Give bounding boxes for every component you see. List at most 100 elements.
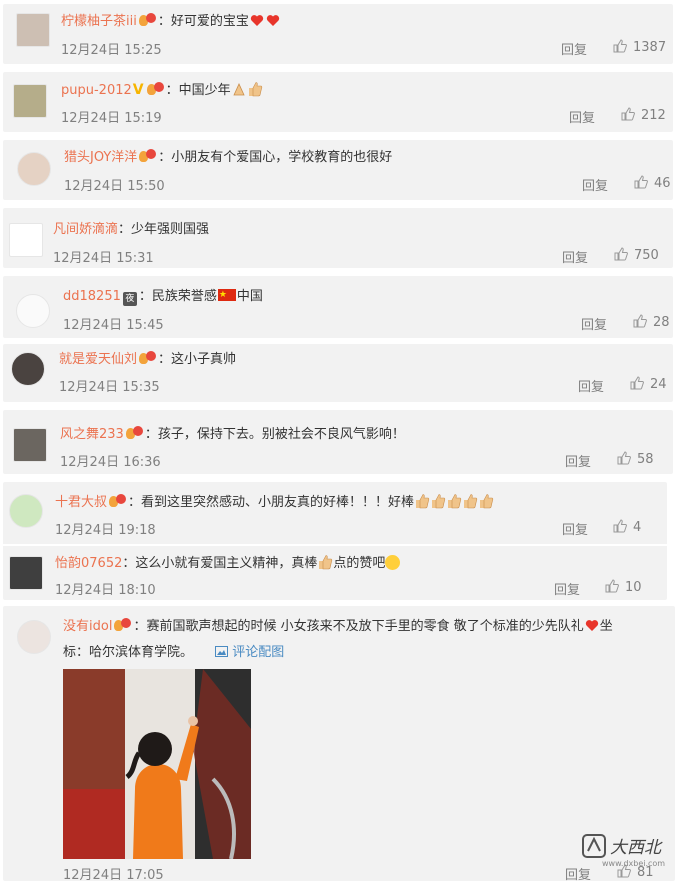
comment-line: pupu-2012V ：中国少年 xyxy=(61,81,263,100)
comment-time: 12月24日 15:35 xyxy=(59,380,160,395)
like-button[interactable]: 4 xyxy=(613,519,641,535)
avatar[interactable] xyxy=(17,620,51,654)
avatar[interactable] xyxy=(9,223,43,257)
username-link[interactable]: pupu-2012 xyxy=(61,83,132,98)
vip-medal-icon xyxy=(138,13,156,27)
comment-line: 没有idol ：赛前国歌声想起的时候 小女孩来不及放下手里的零食 敬了个标准的少先… xyxy=(63,618,613,636)
like-count: 750 xyxy=(634,248,659,263)
like-count: 1387 xyxy=(633,40,667,55)
picture-icon xyxy=(215,646,229,657)
like-button[interactable]: 46 xyxy=(634,175,671,191)
comment-line: 十君大叔 ：看到这里突然感动、小朋友真的好棒！！！好棒 xyxy=(55,493,494,512)
comment-line: 怡韵07652：这么小就有爱国主义精神，真棒 点的赞吧 xyxy=(55,554,401,573)
username-link[interactable]: 怡韵07652 xyxy=(55,556,122,571)
comment-card: 风之舞233 ：孩子，保持下去。别被社会不良风气影响！ 12月24日 16:36 … xyxy=(3,410,673,474)
like-button[interactable]: 28 xyxy=(633,314,670,330)
comment-card: 猎头JOY洋洋 ：小朋友有个爱国心，学校教育的也很好 12月24日 15:50 回… xyxy=(3,140,673,200)
red-heart-icon xyxy=(585,620,598,631)
comment-text: ：小朋友有个爱国心，学校教育的也很好 xyxy=(158,150,393,165)
vip-medal-icon xyxy=(125,426,143,440)
username-link[interactable]: 就是爱天仙刘 xyxy=(59,352,137,367)
smile-emoji-icon xyxy=(385,555,401,570)
comment-time: 12月24日 19:18 xyxy=(55,523,156,538)
divider xyxy=(3,544,667,546)
like-button[interactable]: 750 xyxy=(614,247,659,263)
thumbs-up-icon xyxy=(634,175,648,189)
comment-time: 12月24日 15:50 xyxy=(64,179,165,194)
avatar[interactable] xyxy=(16,294,50,328)
comment-time: 12月24日 16:36 xyxy=(60,455,161,470)
vip-medal-icon xyxy=(109,494,127,508)
reply-button[interactable]: 回复 xyxy=(565,451,591,470)
thumbs-up-emoji-icon xyxy=(432,494,446,509)
thumbs-up-emoji-icon xyxy=(416,494,430,509)
reply-button[interactable]: 回复 xyxy=(561,39,587,58)
comment-text: ：这么小就有爱国主义精神，真棒 xyxy=(122,556,318,571)
comment-card: 十君大叔 ：看到这里突然感动、小朋友真的好棒！！！好棒 12月24日 19:18 … xyxy=(3,482,667,600)
thumbs-up-icon xyxy=(617,451,631,465)
like-button[interactable]: 58 xyxy=(617,451,654,467)
image-link[interactable]: 评论配图 xyxy=(215,645,284,660)
thumbs-up-emoji-icon xyxy=(248,82,262,97)
username-link[interactable]: 十君大叔 xyxy=(55,495,107,510)
reply-button[interactable]: 回复 xyxy=(578,376,604,395)
like-count: 46 xyxy=(654,176,671,191)
username-link[interactable]: 凡间娇滴滴 xyxy=(53,222,118,237)
like-button[interactable]: 212 xyxy=(621,107,666,123)
comment-photo[interactable] xyxy=(63,669,251,859)
reply-button[interactable]: 回复 xyxy=(554,579,580,598)
comment-line: 就是爱天仙刘 ：这小子真帅 xyxy=(59,351,236,369)
username-link[interactable]: 柠檬柚子茶iii xyxy=(61,14,137,29)
comment-line: 柠檬柚子茶iii ：好可爱的宝宝 xyxy=(61,13,281,31)
thumbs-up-icon xyxy=(614,247,628,261)
comment-text: ：孩子，保持下去。别被社会不良风气影响！ xyxy=(144,427,405,442)
red-heart-icon xyxy=(266,15,280,26)
comment-time: 12月24日 15:25 xyxy=(61,43,162,58)
avatar[interactable] xyxy=(13,84,47,118)
like-count: 58 xyxy=(637,452,654,467)
like-button[interactable]: 1387 xyxy=(613,39,666,55)
avatar[interactable] xyxy=(13,428,47,462)
thumbs-up-icon xyxy=(613,519,627,533)
username-link[interactable]: 猎头JOY洋洋 xyxy=(64,150,137,165)
reply-button[interactable]: 回复 xyxy=(562,519,588,538)
comment-card: pupu-2012V ：中国少年 12月24日 15:19 回复 212 xyxy=(3,72,673,132)
site-watermark: 大西北 www.dxbei.com xyxy=(580,829,675,873)
like-count: 28 xyxy=(653,315,670,330)
comment-line: 猎头JOY洋洋 ：小朋友有个爱国心，学校教育的也很好 xyxy=(64,149,392,167)
china-flag-icon xyxy=(217,286,236,304)
comment-text-tail: 中国 xyxy=(236,289,263,304)
girl-saluting-photo xyxy=(63,669,251,859)
username-link[interactable]: 没有idol xyxy=(63,619,112,634)
svg-text:大西北: 大西北 xyxy=(610,838,663,858)
avatar[interactable] xyxy=(16,13,50,47)
red-heart-icon xyxy=(250,15,264,26)
thumbs-up-emoji-icon xyxy=(480,494,494,509)
avatar[interactable] xyxy=(9,494,43,528)
like-count: 10 xyxy=(625,580,642,595)
thumbs-up-icon xyxy=(613,39,627,53)
avatar[interactable] xyxy=(11,352,45,386)
comment-text-tail: 点的赞吧 xyxy=(333,556,386,571)
reply-button[interactable]: 回复 xyxy=(581,314,607,333)
comment-time: 12月24日 15:19 xyxy=(61,111,162,126)
reply-button[interactable]: 回复 xyxy=(569,107,595,126)
reply-button[interactable]: 回复 xyxy=(582,175,608,194)
thumbs-up-emoji-icon xyxy=(319,555,333,570)
comment-line: dd18251夜：民族荣誉感 中国 xyxy=(63,286,263,306)
comment-card: 凡间娇滴滴：少年强则国强 12月24日 15:31 回复 750 xyxy=(3,208,673,268)
avatar[interactable] xyxy=(17,152,51,186)
avatar[interactable] xyxy=(9,556,43,590)
reply-button[interactable]: 回复 xyxy=(562,247,588,266)
like-button[interactable]: 24 xyxy=(630,376,667,392)
verified-v-icon: V xyxy=(132,82,144,98)
comment-text: ：民族荣誉感 xyxy=(138,289,217,304)
vip-level-icon: 夜 xyxy=(122,292,137,306)
like-button[interactable]: 10 xyxy=(605,579,642,595)
username-link[interactable]: 风之舞233 xyxy=(60,427,124,442)
username-link[interactable]: dd18251 xyxy=(63,289,121,304)
vip-medal-icon xyxy=(114,618,132,632)
thumbs-up-emoji-icon xyxy=(464,494,478,509)
comment-text-tail: 坐 xyxy=(599,619,613,634)
svg-text:www.dxbei.com: www.dxbei.com xyxy=(602,859,665,868)
